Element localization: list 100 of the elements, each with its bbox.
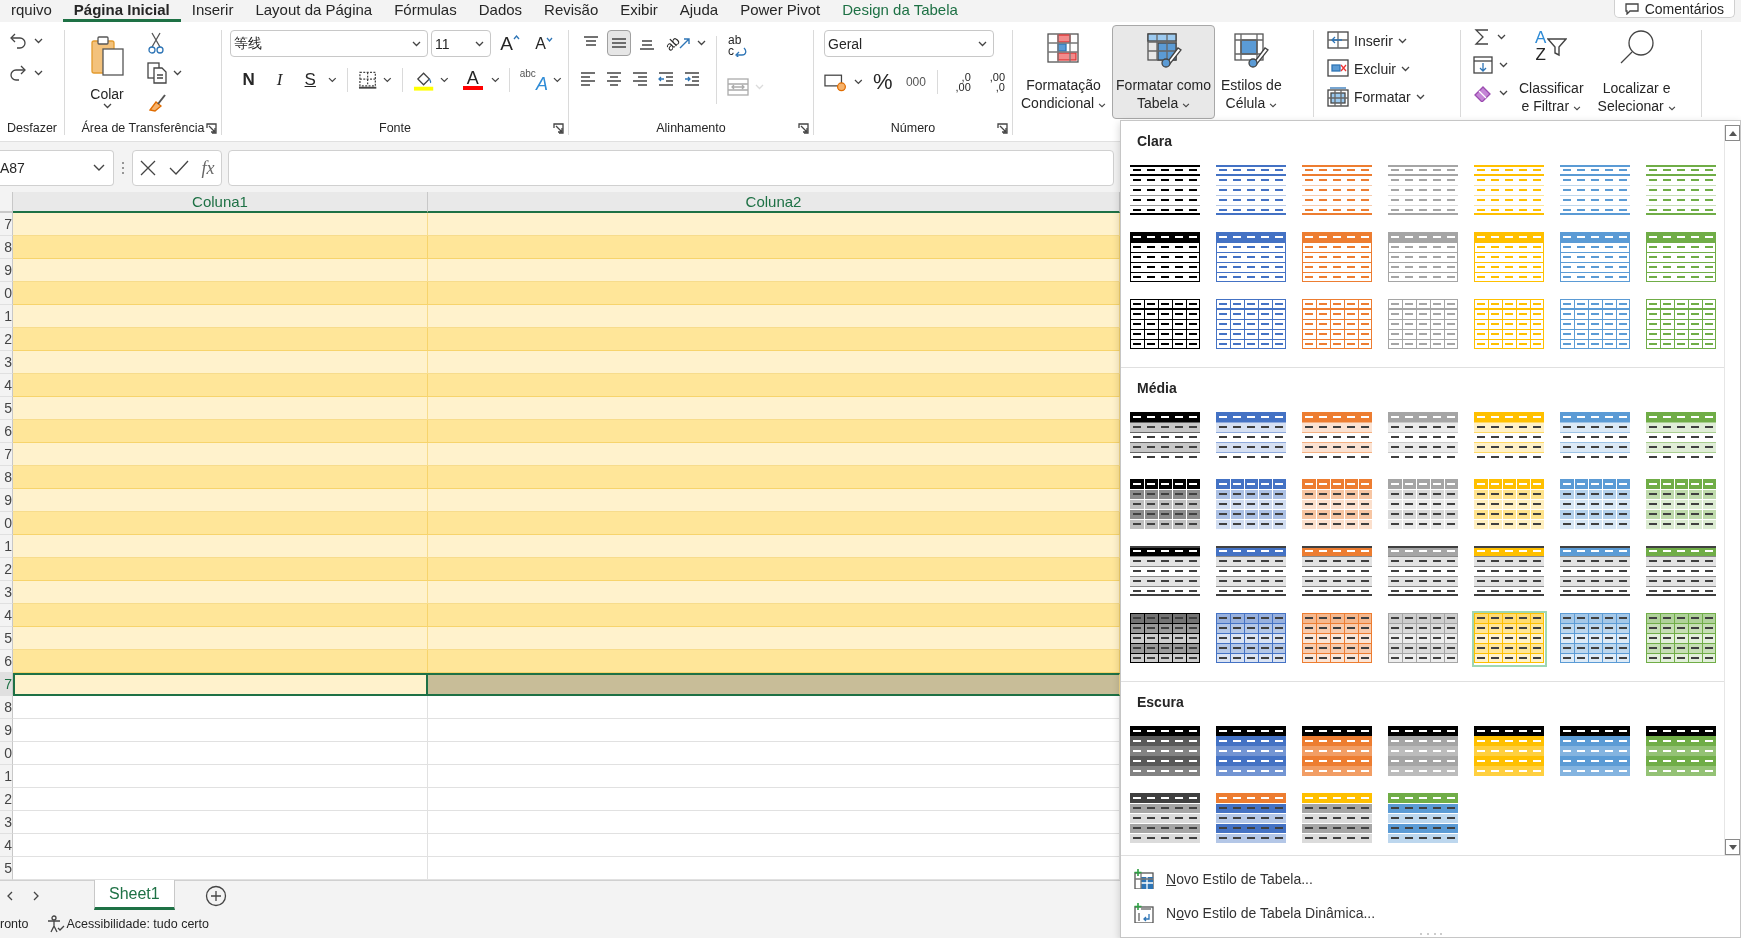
caret-icon[interactable] (512, 34, 520, 40)
row-number[interactable]: 9 (0, 489, 13, 512)
row-number[interactable]: 3 (0, 581, 13, 604)
increase-decimal-button[interactable]: ,0 ,00 (944, 67, 972, 97)
row-number[interactable]: 3 (0, 811, 13, 834)
more-vertical-icon[interactable] (120, 161, 126, 175)
font-name-dropdown[interactable]: 等线 (230, 30, 428, 57)
caret-icon[interactable] (545, 36, 553, 42)
row-number[interactable]: 0 (0, 282, 13, 305)
row-number[interactable]: 1 (0, 765, 13, 788)
row-number[interactable]: 2 (0, 558, 13, 581)
chevron-icon[interactable] (1497, 34, 1506, 40)
cell-styles-button[interactable]: Estilos de Célula (1217, 25, 1286, 119)
underline-button[interactable]: S (298, 67, 323, 93)
triangle-icon[interactable] (1728, 130, 1737, 136)
chevron-icon[interactable] (1098, 103, 1107, 108)
italic-button[interactable]: I (267, 67, 293, 93)
fill-down-icon[interactable] (1473, 56, 1493, 74)
accessibility-icon[interactable] (46, 915, 65, 933)
sum-icon[interactable] (1473, 28, 1491, 46)
align-left-icon[interactable] (579, 70, 597, 88)
dialog-launcher-icon[interactable] (553, 122, 564, 134)
chevron-icon[interactable] (978, 40, 987, 47)
row-number[interactable]: 7 (0, 443, 13, 466)
row-number[interactable]: 7 (0, 673, 13, 696)
font-size-dropdown[interactable]: 11 (431, 30, 491, 57)
row-number[interactable]: 5 (0, 627, 13, 650)
number-format-dropdown[interactable]: Geral (824, 30, 994, 57)
grow-font-button[interactable]: A (494, 30, 526, 57)
format-button[interactable]: Formatar (1326, 83, 1456, 111)
scroll-left-icon[interactable] (6, 890, 14, 901)
align-center-icon[interactable] (605, 70, 623, 88)
row-number[interactable]: 9 (0, 719, 13, 742)
orientation-button[interactable]: ab (663, 30, 693, 56)
find-select-button[interactable]: Localizar e Selecionar (1594, 26, 1679, 120)
chevron-icon[interactable] (854, 79, 864, 85)
table-style-swatch[interactable] (1472, 611, 1547, 667)
thousands-button[interactable]: 000 (902, 69, 930, 95)
insert-function-button[interactable]: fx (201, 157, 215, 179)
new-pivot-style-item[interactable]: Novo Estilo de Tabela Dinâmica... (1121, 896, 1740, 930)
accounting-icon[interactable] (824, 72, 848, 92)
menu-tab[interactable]: Power Pivot (729, 0, 832, 22)
chevron-icon[interactable] (412, 40, 421, 47)
menu-tab[interactable]: Revisão (533, 0, 610, 22)
sort-filter-button[interactable]: A Z Classificar e Filtrar (1516, 26, 1587, 120)
comments-button[interactable]: Comentários (1613, 0, 1735, 18)
chevron-icon[interactable] (1182, 103, 1191, 108)
chevron-icon[interactable] (1397, 38, 1407, 44)
shrink-font-button[interactable]: A (529, 30, 559, 57)
chevron-icon[interactable] (93, 164, 105, 172)
undo-icon[interactable] (8, 32, 28, 50)
dialog-launcher-icon[interactable] (206, 122, 217, 134)
menu-tab[interactable]: Fórmulas (383, 0, 468, 22)
redo-icon[interactable] (8, 64, 28, 82)
insert-button[interactable]: Inserir (1326, 27, 1456, 55)
delete-button[interactable]: Excluir (1326, 55, 1456, 83)
menu-tab[interactable]: rquivo (0, 0, 63, 22)
decrease-indent-icon[interactable] (657, 70, 675, 88)
scissors-icon[interactable] (147, 32, 165, 54)
row-number[interactable]: 4 (0, 374, 13, 397)
checkmark-icon[interactable] (168, 160, 189, 176)
chevron-icon[interactable] (173, 70, 182, 76)
add-sheet-icon[interactable] (204, 884, 227, 907)
row-number[interactable]: 4 (0, 834, 13, 857)
chevron-icon[interactable] (34, 38, 43, 44)
row-number[interactable]: 9 (0, 259, 13, 282)
resize-grip-icon[interactable] (1418, 932, 1443, 936)
menu-tab[interactable]: Ajuda (668, 0, 730, 22)
wrap-text-button[interactable]: ab c (727, 30, 757, 62)
chevron-icon[interactable] (102, 103, 112, 109)
brush-icon[interactable] (147, 92, 167, 112)
chevron-icon[interactable] (440, 77, 449, 83)
dialog-launcher-icon[interactable] (997, 122, 1008, 134)
new-table-style-item[interactable]: Novo Estilo de Tabela... (1121, 862, 1740, 896)
chevron-icon[interactable] (1499, 90, 1508, 96)
row-number[interactable]: 0 (0, 742, 13, 765)
scrollbar[interactable] (1724, 125, 1740, 855)
formula-input[interactable] (228, 150, 1114, 186)
row-number[interactable]: 5 (0, 397, 13, 420)
vertical-align-button[interactable] (607, 30, 631, 56)
menu-tab[interactable]: Inserir (180, 0, 245, 22)
chevron-icon[interactable] (383, 77, 392, 83)
chevron-icon[interactable] (1499, 62, 1508, 68)
row-number[interactable]: 6 (0, 420, 13, 443)
menu-tab[interactable]: Layout da Página (244, 0, 384, 22)
fill-color-icon[interactable] (412, 69, 434, 91)
dialog-launcher-icon[interactable] (798, 122, 809, 134)
row-number[interactable]: 8 (0, 236, 13, 259)
wrap-arrow-icon[interactable] (734, 46, 748, 57)
chevron-icon[interactable] (1667, 106, 1676, 111)
decrease-decimal-button[interactable]: ,00 ,0 (978, 67, 1006, 97)
row-number[interactable]: 3 (0, 351, 13, 374)
row-number[interactable]: 1 (0, 305, 13, 328)
sheet-tab[interactable]: Sheet1 (94, 880, 175, 910)
triangle-icon[interactable] (1728, 844, 1737, 850)
format-as-table-button[interactable]: Formatar como Tabela (1112, 25, 1215, 119)
chevron-icon[interactable] (1401, 66, 1410, 72)
conditional-formatting-button[interactable]: Formatação Condicional (1017, 25, 1111, 119)
row-number[interactable]: 6 (0, 650, 13, 673)
chevron-icon[interactable] (697, 40, 706, 46)
